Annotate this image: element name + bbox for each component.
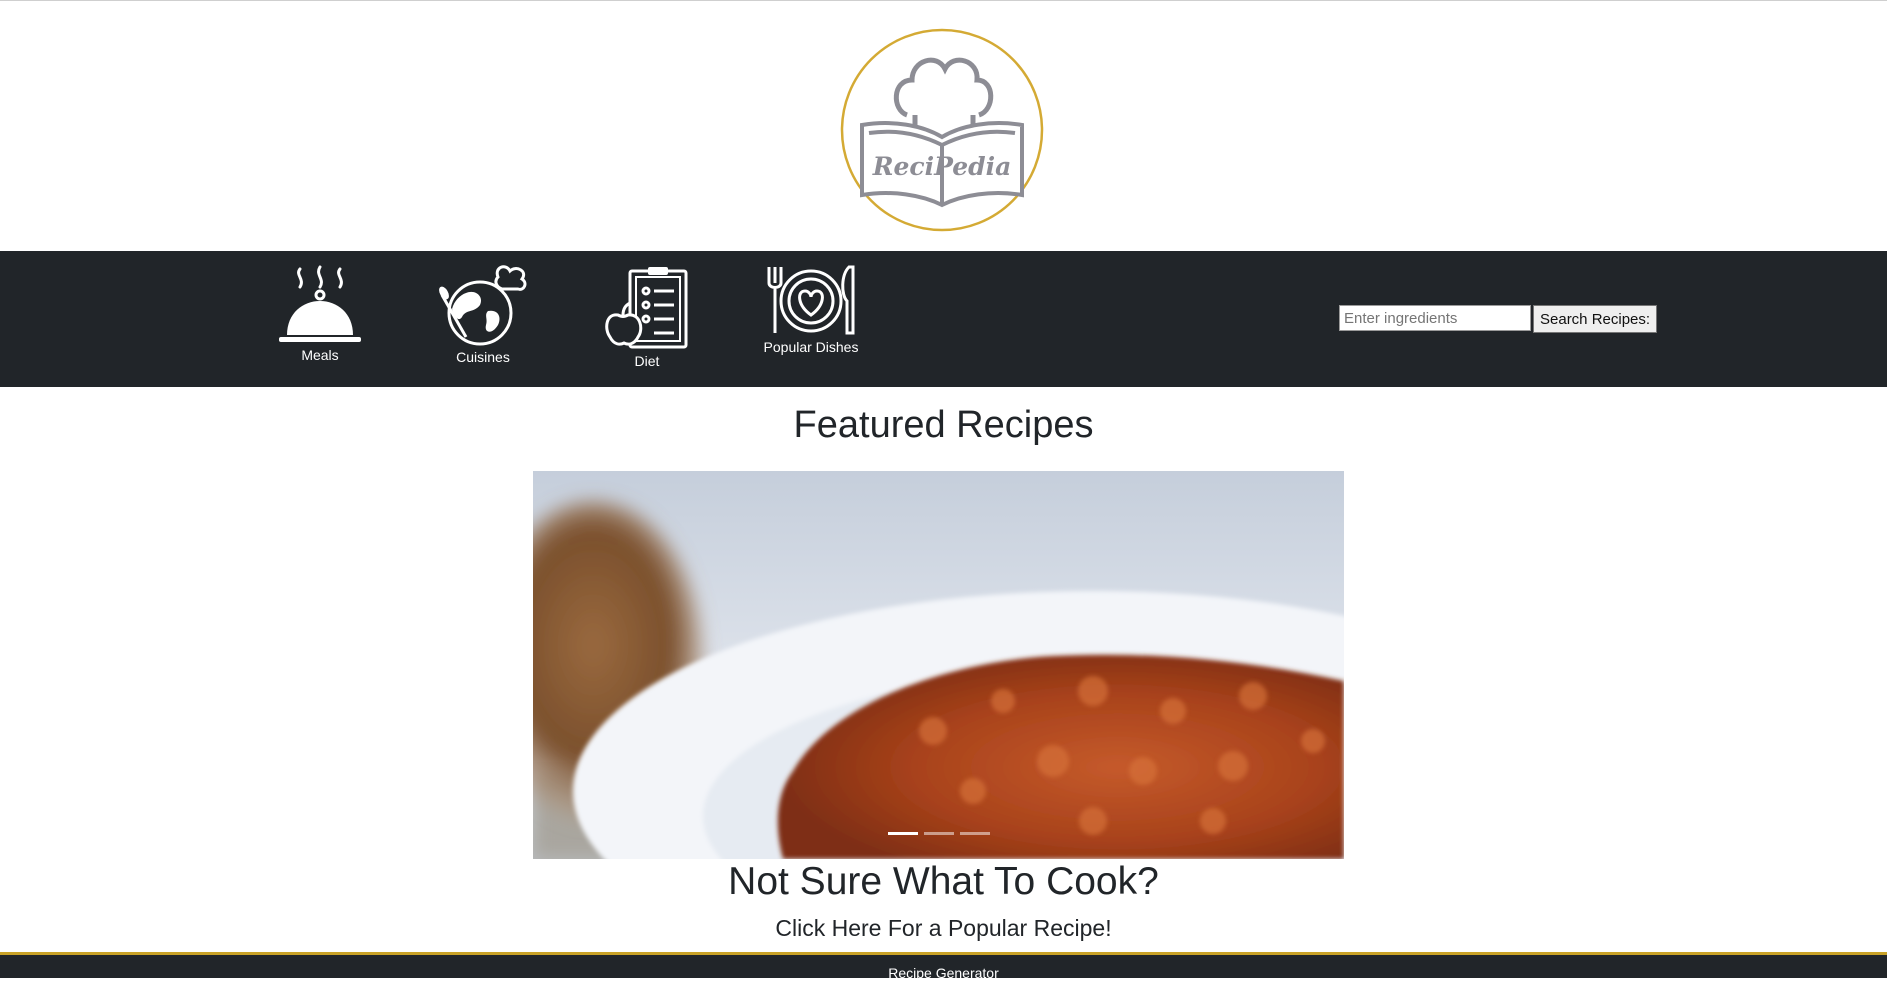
- carousel-indicator-3[interactable]: [959, 832, 990, 835]
- globe-chef-icon: [439, 265, 527, 346]
- carousel-slide-image: [533, 471, 1344, 859]
- recipe-search-form: Search Recipes:: [1339, 305, 1658, 333]
- footer: Recipe Generator: [0, 952, 1887, 981]
- not-sure-heading: Not Sure What To Cook?: [728, 860, 1159, 903]
- featured-recipes-heading: Featured Recipes: [793, 404, 1094, 446]
- clipboard-apple-icon: [605, 267, 688, 349]
- carousel-indicator-2[interactable]: [923, 832, 954, 835]
- nav-item-diet[interactable]: Diet: [604, 265, 690, 369]
- nav-item-popular-dishes[interactable]: Popular Dishes: [763, 265, 859, 355]
- popular-recipe-link[interactable]: Click Here For a Popular Recipe!: [0, 915, 1887, 942]
- footer-text: Recipe Generator: [888, 965, 999, 981]
- carousel-indicators: [533, 832, 1344, 835]
- nav-label-meals: Meals: [301, 347, 339, 363]
- search-recipes-button[interactable]: Search Recipes:: [1533, 305, 1658, 333]
- plate-heart-icon: [767, 265, 855, 335]
- carousel-indicator-1[interactable]: [887, 832, 918, 835]
- featured-carousel[interactable]: [533, 471, 1344, 859]
- recipedia-logo[interactable]: ReciPedia: [837, 25, 1047, 235]
- nav-label-popular-dishes: Popular Dishes: [763, 339, 859, 355]
- cloche-icon: [279, 265, 361, 342]
- nav-item-meals[interactable]: Meals: [279, 265, 361, 363]
- nav-label-diet: Diet: [634, 353, 660, 369]
- ingredients-search-input[interactable]: [1339, 305, 1531, 331]
- header-logo-area: ReciPedia: [0, 1, 1887, 251]
- logo-text: ReciPedia: [872, 152, 1012, 181]
- nav-label-cuisines: Cuisines: [456, 349, 510, 365]
- main-navbar: Meals Cuisines Diet Popular Dishes Enter…: [0, 251, 1887, 387]
- nav-item-cuisines[interactable]: Cuisines: [436, 265, 530, 365]
